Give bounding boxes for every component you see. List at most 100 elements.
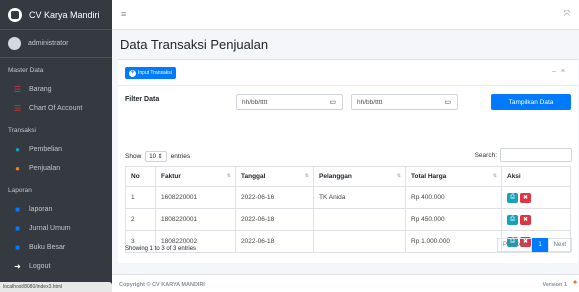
nav-header: Master Data — [8, 67, 44, 74]
sidebar-item-label: Buku Besar — [29, 244, 66, 251]
filter-label: Filter Data — [125, 96, 160, 103]
user-panel[interactable]: administrator — [0, 30, 112, 58]
table-info: Showing 1 to 3 of 3 entries — [125, 246, 197, 252]
delete-icon[interactable]: ✖ — [520, 214, 531, 225]
cell-actions: ⎙ ✖ — [501, 186, 571, 209]
page-title: Data Transaksi Penjualan — [120, 37, 269, 52]
user-name: administrator — [28, 40, 69, 47]
entries-length: Show 10 ⇕ entries — [125, 151, 190, 162]
user-avatar — [8, 37, 21, 50]
input-transaction-label: Input Transaksi — [138, 70, 172, 76]
cell-pelanggan: TK Anida — [313, 186, 406, 209]
date-to-input[interactable]: hh/bb/tttt ▭ — [351, 94, 458, 110]
app-icon: ♠ — [573, 279, 577, 286]
column-header-pelanggan[interactable]: Pelanggan ⇅ — [313, 166, 406, 187]
menu-toggle-icon[interactable]: ≡ — [121, 9, 126, 19]
card-header: + Input Transaksi –× — [118, 60, 578, 86]
date-from-input[interactable]: hh/bb/tttt ▭ — [236, 94, 343, 110]
cell-total: Rp 1.000.000 — [405, 230, 502, 253]
column-header-aksi: Aksi — [501, 166, 571, 187]
file-icon: ■ — [15, 243, 20, 252]
sidebar-item-label: laporan — [29, 206, 53, 213]
top-navbar: ≡ ⤧ — [112, 0, 579, 30]
show-suffix: entries — [170, 153, 191, 160]
cell-no: 2 — [125, 208, 156, 231]
table-header-row: No Faktur ⇅ Tanggal ⇅ Pelanggan ⇅ Total Har… — [125, 166, 571, 187]
sidebar: CV Karya Mandiri administrator Master Da… — [0, 0, 112, 292]
delete-icon[interactable]: ✖ — [520, 192, 531, 203]
collapse-icon[interactable]: – — [552, 68, 561, 75]
sidebar-item-logout[interactable]: ➜ Logout — [0, 257, 112, 276]
brand-link[interactable]: CV Karya Mandiri — [0, 0, 112, 30]
sidebar-item-label: Jurnal Umum — [29, 225, 71, 232]
pagination: Previous 1 Next — [496, 238, 572, 252]
plus-icon: + — [129, 69, 136, 77]
nav-header: Transaksi — [8, 127, 36, 134]
print-icon[interactable]: ⎙ — [507, 192, 518, 203]
input-transaction-button[interactable]: + Input Transaksi — [125, 67, 176, 79]
fullscreen-icon[interactable]: ⤧ — [564, 9, 570, 19]
footer-copyright: Copyright © CV KARYA MANDIRI — [119, 282, 205, 288]
brand-name: CV Karya Mandiri — [29, 9, 100, 20]
cell-tanggal: 2022-06-18 — [235, 208, 314, 231]
date-to-placeholder: hh/bb/tttt — [357, 99, 383, 106]
sidebar-item-penjualan[interactable]: ● Penjualan — [0, 159, 112, 178]
footer-version: Version 1 — [542, 282, 567, 288]
date-from-placeholder: hh/bb/tttt — [242, 99, 268, 106]
remove-icon[interactable]: × — [561, 68, 570, 75]
list-icon: ☰ — [13, 104, 22, 113]
transactions-card: + Input Transaksi –× Filter Data hh/bb/t… — [118, 59, 578, 263]
next-page-button[interactable]: Next — [547, 238, 572, 252]
page-1-button[interactable]: 1 — [532, 238, 548, 252]
nav-header: Laporan — [8, 187, 32, 194]
cell-tanggal: 2022-06-16 — [235, 186, 314, 209]
sidebar-item-label: Barang — [29, 86, 52, 93]
sidebar-item-label: Penjualan — [29, 165, 61, 172]
footer: Copyright © CV KARYA MANDIRI Version 1 ♠ — [112, 274, 579, 292]
search-label: Search: — [474, 151, 497, 159]
calendar-icon[interactable]: ▭ — [329, 98, 336, 106]
column-header-no[interactable]: No — [125, 166, 156, 187]
column-header-tanggal[interactable]: Tanggal ⇅ — [235, 166, 314, 187]
sidebar-item-laporan[interactable]: ■ laporan — [0, 200, 112, 219]
entries-select[interactable]: 10 ⇕ — [145, 151, 167, 162]
search-input[interactable] — [500, 148, 572, 162]
cell-total: Rp 450.000 — [405, 208, 502, 231]
table-search: Search: — [475, 148, 572, 162]
calendar-icon[interactable]: ▭ — [444, 98, 451, 106]
column-header-faktur[interactable]: Faktur ⇅ — [155, 166, 236, 187]
list-icon: ☰ — [13, 85, 22, 94]
sidebar-item-jurnal-umum[interactable]: ■ Jurnal Umum — [0, 219, 112, 238]
file-icon: ■ — [15, 224, 20, 233]
cell-faktur: 1608220001 — [155, 186, 236, 209]
cell-actions: ⎙ ✖ — [501, 208, 571, 231]
table-row: 2 1808220001 2022-06-18 Rp 450.000 ⎙ ✖ — [125, 208, 571, 231]
cell-pelanggan — [313, 208, 406, 231]
column-header-total[interactable]: Total Harga ⇅ — [405, 166, 502, 187]
brand-logo-icon — [8, 7, 22, 22]
show-prefix: Show — [125, 153, 142, 160]
logout-icon: ➜ — [14, 262, 21, 271]
sidebar-item-barang[interactable]: ☰ Barang — [0, 80, 112, 99]
entries-select-value: 10 — [149, 154, 156, 160]
circle-icon: ● — [15, 145, 20, 154]
sidebar-item-pembelian[interactable]: ● Pembelian — [0, 140, 112, 159]
table-row: 1 1608220001 2022-06-16 TK Anida Rp 400.000 ⎙… — [125, 186, 571, 209]
cell-tanggal: 2022-06-18 — [235, 230, 314, 253]
sidebar-item-chart-of-account[interactable]: ☰ Chart Of Account — [0, 99, 112, 118]
cell-faktur: 1808220001 — [155, 208, 236, 231]
cell-no: 1 — [125, 186, 156, 209]
previous-page-button[interactable]: Previous — [496, 238, 533, 252]
card-tools: –× — [552, 68, 570, 75]
circle-icon: ● — [15, 164, 20, 173]
status-bar-url: localhost/8080/index3.html — [0, 282, 112, 292]
print-icon[interactable]: ⎙ — [507, 214, 518, 225]
sidebar-item-label: Pembelian — [29, 146, 63, 153]
sidebar-item-label: Logout — [29, 263, 51, 270]
show-data-button[interactable]: Tampilkan Data — [491, 94, 571, 110]
sidebar-item-buku-besar[interactable]: ■ Buku Besar — [0, 238, 112, 257]
file-icon: ■ — [15, 205, 20, 214]
cell-total: Rp 400.000 — [405, 186, 502, 209]
sidebar-item-label: Chart Of Account — [29, 105, 83, 112]
cell-pelanggan — [313, 230, 406, 253]
